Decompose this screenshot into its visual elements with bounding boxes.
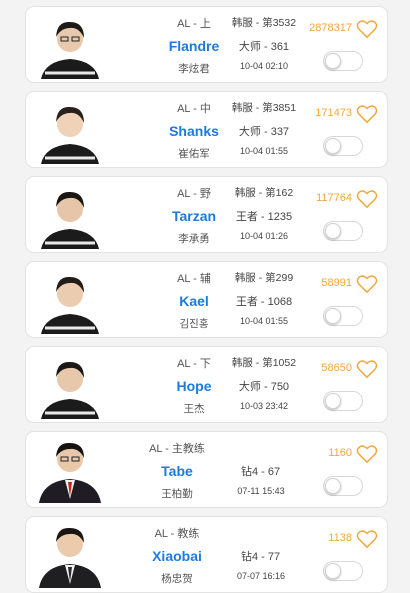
tier-lp: 王者 - 1068 (235, 296, 293, 308)
server-rank: 韩服 - 第162 (234, 187, 294, 199)
player-list: AL - 上 Flandre 李炫君 韩服 - 第3532 大师 - 361 1… (0, 0, 410, 593)
tier-lp: 王者 - 1235 (235, 211, 293, 223)
team-position: AL - 主教练 (149, 443, 205, 455)
player-card-shanks[interactable]: AL - 中 Shanks 崔佑军 韩服 - 第3851 大师 - 337 10… (25, 91, 388, 168)
notify-toggle[interactable] (323, 221, 363, 241)
like-count: 117764 (316, 192, 352, 204)
heart-icon[interactable] (356, 359, 378, 379)
player-name[interactable]: Tabe (107, 463, 247, 479)
tier-lp: 大师 - 750 (238, 381, 290, 393)
player-avatar (37, 268, 103, 334)
server-rank: 韩服 - 第3851 (231, 102, 297, 114)
player-card-flandre[interactable]: AL - 上 Flandre 李炫君 韩服 - 第3532 大师 - 361 1… (25, 6, 388, 83)
update-time: 07-07 16:16 (236, 571, 286, 581)
like-count: 1138 (328, 532, 352, 544)
like-count: 1160 (328, 447, 352, 459)
like-count: 171473 (315, 107, 352, 119)
update-time: 10-04 02:10 (239, 61, 289, 71)
like-count: 58650 (321, 362, 352, 374)
player-avatar (37, 437, 103, 503)
heart-icon[interactable] (356, 529, 378, 549)
notify-toggle[interactable] (323, 136, 363, 156)
like-count: 58991 (321, 277, 352, 289)
player-avatar (37, 13, 103, 79)
player-avatar (37, 522, 103, 588)
notify-toggle[interactable] (323, 51, 363, 71)
server-rank: 韩服 - 第3532 (231, 17, 297, 29)
notify-toggle[interactable] (323, 391, 363, 411)
player-name[interactable]: Xiaobai (107, 548, 247, 564)
notify-toggle[interactable] (323, 561, 363, 581)
player-avatar (37, 183, 103, 249)
update-time: 10-04 01:26 (239, 231, 289, 241)
heart-icon[interactable] (356, 104, 378, 124)
server-rank: 韩服 - 第1052 (231, 357, 297, 369)
update-time: 07-11 15:43 (237, 486, 285, 496)
player-card-kael[interactable]: AL - 辅 Kael 김진홍 韩服 - 第299 王者 - 1068 10-0… (25, 261, 388, 338)
player-card-xiaobai[interactable]: AL - 教练 Xiaobai 杨忠贺 钻4 - 77 07-07 16:16 … (25, 516, 388, 593)
update-time: 10-03 23:42 (239, 401, 289, 411)
tier-lp: 钻4 - 77 (241, 551, 281, 563)
notify-toggle[interactable] (323, 306, 363, 326)
heart-icon[interactable] (356, 19, 378, 39)
tier-lp: 大师 - 337 (238, 126, 290, 138)
heart-icon[interactable] (356, 189, 378, 209)
tier-lp: 钻4 - 67 (241, 466, 281, 478)
player-card-hope[interactable]: AL - 下 Hope 王杰 韩服 - 第1052 大师 - 750 10-03… (25, 346, 388, 423)
player-card-tabe[interactable]: AL - 主教练 Tabe 王柏勤 钻4 - 67 07-11 15:43 11… (25, 431, 388, 508)
update-time: 10-04 01:55 (239, 146, 289, 156)
update-time: 10-04 01:55 (239, 316, 289, 326)
player-avatar (37, 353, 103, 419)
player-avatar (37, 98, 103, 164)
heart-icon[interactable] (356, 274, 378, 294)
server-rank: 韩服 - 第299 (234, 272, 294, 284)
heart-icon[interactable] (356, 444, 378, 464)
like-count: 2878317 (309, 22, 352, 34)
team-position: AL - 教练 (154, 528, 200, 540)
notify-toggle[interactable] (323, 476, 363, 496)
tier-lp: 大师 - 361 (238, 41, 290, 53)
player-card-tarzan[interactable]: AL - 野 Tarzan 李承勇 韩服 - 第162 王者 - 1235 10… (25, 176, 388, 253)
